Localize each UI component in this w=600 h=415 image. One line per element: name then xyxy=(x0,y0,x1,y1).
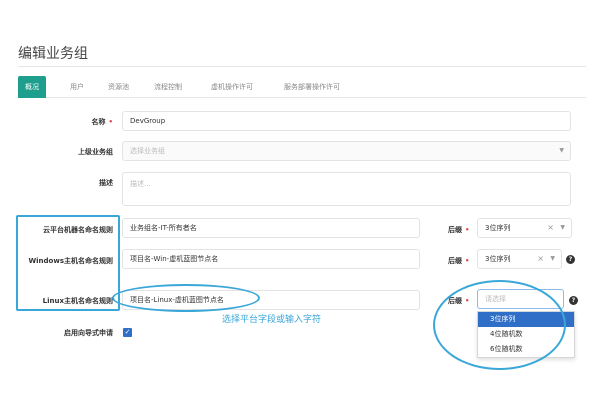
clear-icon[interactable]: × xyxy=(537,250,544,268)
windows-suffix-value: 3位序列 xyxy=(485,255,511,263)
title-divider xyxy=(18,66,586,67)
tab-vm-permissions[interactable]: 虚机操作许可 xyxy=(211,76,253,98)
cloud-suffix-label: 后缀 • xyxy=(448,226,470,234)
name-label: 名称 • xyxy=(91,118,113,126)
chevron-down-icon: ▼ xyxy=(550,255,555,262)
help-icon[interactable]: ? xyxy=(566,255,575,264)
windows-suffix-select[interactable]: 3位序列 × ▼ xyxy=(477,249,562,269)
parent-group-select[interactable]: 选择业务组 ▼ xyxy=(122,141,571,161)
tab-resource-pool[interactable]: 资源池 xyxy=(108,76,129,98)
tab-bar: 概况 用户 资源池 流程控制 虚机操作许可 服务部署操作许可 xyxy=(18,76,586,98)
windows-naming-input[interactable]: 项目名-Win-虚机蓝图节点名 xyxy=(122,249,420,269)
cloud-suffix-value: 3位序列 xyxy=(485,224,511,232)
page-title: 编辑业务组 xyxy=(18,46,88,62)
tab-deploy-permissions[interactable]: 服务部署操作许可 xyxy=(284,76,340,98)
clear-icon[interactable]: × xyxy=(547,219,554,237)
dropdown-highlight-oval xyxy=(433,280,566,370)
required-mark: • xyxy=(108,118,113,126)
tab-overview[interactable]: 概况 xyxy=(18,76,46,98)
annotation-text: 选择平台字段或输入字符 xyxy=(222,315,322,325)
cloud-naming-input[interactable]: 业务组名-IT-所有者名 xyxy=(122,218,420,238)
parent-group-placeholder: 选择业务组 xyxy=(130,147,165,155)
windows-suffix-label: 后缀 • xyxy=(448,257,470,265)
tab-process-control[interactable]: 流程控制 xyxy=(154,76,182,98)
name-input[interactable] xyxy=(122,111,571,131)
description-label: 描述 xyxy=(99,179,113,187)
parent-group-label: 上级业务组 xyxy=(78,148,113,156)
linux-input-highlight-oval xyxy=(112,284,260,312)
wizard-label: 启用向导式申请 xyxy=(64,329,113,337)
chevron-down-icon: ▼ xyxy=(560,224,565,231)
wizard-checkbox[interactable]: ✓ xyxy=(123,328,132,337)
chevron-down-icon: ▼ xyxy=(559,147,564,154)
cloud-suffix-select[interactable]: 3位序列 × ▼ xyxy=(477,218,572,238)
description-textarea[interactable] xyxy=(122,172,571,206)
help-icon[interactable]: ? xyxy=(569,296,578,305)
naming-rules-highlight xyxy=(16,215,120,311)
tab-users[interactable]: 用户 xyxy=(70,76,84,98)
